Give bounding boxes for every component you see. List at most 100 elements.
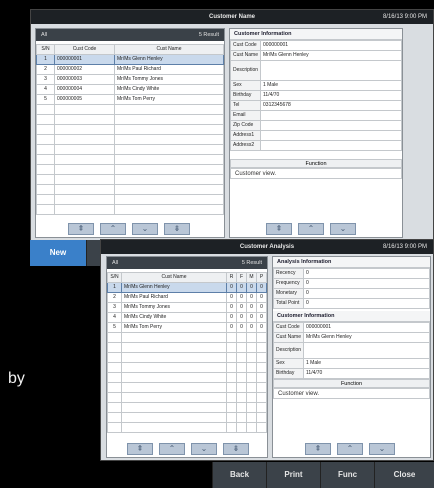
down-icon[interactable]: ⌄ bbox=[191, 443, 217, 455]
customer-fields: Cust Code 000000001 Cust Name Mr/Ms Glenn … bbox=[272, 322, 430, 379]
up-icon[interactable]: ⌃ bbox=[100, 223, 126, 235]
up-icon[interactable]: ⌃ bbox=[337, 443, 363, 455]
table-row[interactable]: 4 000000004 Mr/Ms Cindy White bbox=[36, 84, 224, 95]
table-row bbox=[36, 164, 224, 175]
field-value[interactable]: 000000001 bbox=[260, 40, 402, 51]
cell: 0 bbox=[246, 302, 257, 313]
down-icon[interactable]: ⌄ bbox=[369, 443, 395, 455]
back-button[interactable]: Back bbox=[212, 462, 266, 488]
field-value[interactable] bbox=[260, 60, 402, 81]
double-up-icon[interactable]: ⇞ bbox=[127, 443, 153, 455]
field-value[interactable]: 1 Male bbox=[260, 80, 402, 91]
cell: 0 bbox=[236, 312, 247, 323]
double-down-icon[interactable]: ⇟ bbox=[223, 443, 249, 455]
list-nav-buttons: ⇞ ⌃ ⌄ ⇟ bbox=[68, 223, 190, 235]
cell: Mr/Ms Glenn Henley bbox=[121, 282, 227, 293]
cell: Mr/Ms Tommy Jones bbox=[121, 302, 227, 313]
up-icon[interactable]: ⌃ bbox=[298, 223, 324, 235]
cell: 000000003 bbox=[54, 74, 115, 85]
table-row bbox=[107, 412, 267, 423]
field-value[interactable] bbox=[260, 140, 402, 151]
cell: 0 bbox=[226, 282, 237, 293]
table-row bbox=[36, 174, 224, 185]
field-value[interactable] bbox=[303, 342, 430, 359]
field-label: Total Point bbox=[273, 298, 304, 309]
field-value[interactable]: 1 Male bbox=[303, 358, 430, 369]
field-value[interactable]: Mr/Ms Glenn Henley bbox=[303, 332, 430, 343]
double-up-icon[interactable]: ⇞ bbox=[68, 223, 94, 235]
field-value[interactable] bbox=[260, 110, 402, 121]
cell: 0 bbox=[236, 292, 247, 303]
field-row: Tel 0312345678 bbox=[229, 100, 402, 111]
table-row[interactable]: 2 000000002 Mr/Ms Paul Richard bbox=[36, 64, 224, 75]
column-header[interactable]: R bbox=[226, 272, 237, 283]
close-button[interactable]: Close bbox=[374, 462, 434, 488]
hidden-button bbox=[86, 240, 100, 266]
table-row[interactable]: 2 Mr/Ms Paul Richard 0 0 0 0 bbox=[107, 292, 267, 303]
cell: 000000004 bbox=[54, 84, 115, 95]
column-header[interactable]: Cust Name bbox=[121, 272, 227, 283]
cell: 3 bbox=[107, 302, 122, 313]
column-header[interactable]: S/N bbox=[107, 272, 122, 283]
new-button[interactable]: New bbox=[30, 240, 86, 266]
field-label: Monetary bbox=[273, 288, 304, 299]
func-button[interactable]: Func bbox=[320, 462, 374, 488]
list-header: All 5 Result bbox=[107, 257, 267, 269]
status-text: Customer view. bbox=[273, 388, 430, 399]
field-label: Sex bbox=[229, 80, 262, 91]
table-row[interactable]: 5 000000005 Mr/Ms Tom Perry bbox=[36, 94, 224, 105]
bottom-button-bar: Back Print Func Close bbox=[212, 462, 434, 488]
field-value[interactable]: 11/4/70 bbox=[260, 90, 402, 101]
print-button[interactable]: Print bbox=[266, 462, 320, 488]
field-label: Cust Name bbox=[229, 50, 262, 61]
field-row: Description bbox=[229, 60, 402, 81]
table-row[interactable]: 5 Mr/Ms Tom Perry 0 0 0 0 bbox=[107, 322, 267, 333]
function-button[interactable]: Function bbox=[273, 379, 430, 388]
table-row bbox=[36, 144, 224, 155]
cell: 0 bbox=[226, 312, 237, 323]
customer-name-window: Customer Name 8/16/13 9:00 PM All 5 Resu… bbox=[30, 9, 434, 241]
table-row bbox=[107, 392, 267, 403]
field-value[interactable] bbox=[260, 130, 402, 141]
column-header[interactable]: M bbox=[246, 272, 257, 283]
cell: 000000001 bbox=[54, 54, 115, 65]
field-value[interactable]: 0312345678 bbox=[260, 100, 402, 111]
cell: 0 bbox=[256, 302, 267, 313]
cell: 000000005 bbox=[54, 94, 115, 105]
table-row bbox=[36, 194, 224, 205]
field-value[interactable] bbox=[260, 120, 402, 131]
cell: 4 bbox=[36, 84, 55, 95]
column-header[interactable]: F bbox=[236, 272, 247, 283]
filter-label[interactable]: All bbox=[112, 257, 118, 269]
field-label: Address1 bbox=[229, 130, 262, 141]
field-value: 0 bbox=[303, 288, 430, 299]
down-icon[interactable]: ⌄ bbox=[330, 223, 356, 235]
column-header[interactable]: S/N bbox=[36, 44, 55, 55]
column-header[interactable]: P bbox=[256, 272, 267, 283]
table-row bbox=[36, 104, 224, 115]
field-row: Cust Name Mr/Ms Glenn Henley bbox=[272, 332, 430, 343]
down-icon[interactable]: ⌄ bbox=[132, 223, 158, 235]
double-up-icon[interactable]: ⇞ bbox=[305, 443, 331, 455]
table-row[interactable]: 4 Mr/Ms Cindy White 0 0 0 0 bbox=[107, 312, 267, 323]
double-down-icon[interactable]: ⇟ bbox=[164, 223, 190, 235]
field-label: Tel bbox=[229, 100, 262, 111]
table-row[interactable]: 3 Mr/Ms Tommy Jones 0 0 0 0 bbox=[107, 302, 267, 313]
column-header[interactable]: Cust Code bbox=[54, 44, 115, 55]
table-row[interactable]: 1 Mr/Ms Glenn Henley 0 0 0 0 bbox=[107, 282, 267, 293]
double-up-icon[interactable]: ⇞ bbox=[266, 223, 292, 235]
field-value[interactable]: 000000001 bbox=[303, 322, 430, 333]
field-row: Address2 bbox=[229, 140, 402, 151]
table-row[interactable]: 3 000000003 Mr/Ms Tommy Jones bbox=[36, 74, 224, 85]
column-header[interactable]: Cust Name bbox=[114, 44, 224, 55]
table-row[interactable]: 1 000000001 Mr/Ms Glenn Henley bbox=[36, 54, 224, 65]
filter-label[interactable]: All bbox=[41, 29, 47, 41]
field-value[interactable]: 11/4/70 bbox=[303, 368, 430, 379]
field-value[interactable]: Mr/Ms Glenn Henley bbox=[260, 50, 402, 61]
section-title: Analysis Information bbox=[273, 257, 430, 268]
window-titlebar: Customer Analysis 8/16/13 9:00 PM bbox=[101, 240, 433, 254]
field-row: Description bbox=[272, 342, 430, 359]
field-row: Sex 1 Male bbox=[272, 358, 430, 369]
up-icon[interactable]: ⌃ bbox=[159, 443, 185, 455]
function-button[interactable]: Function bbox=[230, 159, 402, 168]
